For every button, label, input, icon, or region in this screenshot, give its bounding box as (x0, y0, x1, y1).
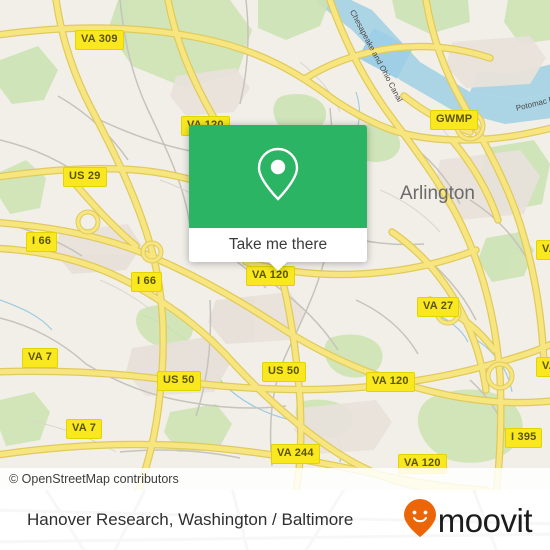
road-shield: VA 244 (271, 444, 320, 464)
take-me-there-label: Take me there (228, 236, 328, 253)
callout-icon-panel (189, 125, 367, 228)
moovit-pin-icon (403, 498, 437, 543)
moovit-logo[interactable]: moovit (403, 498, 533, 543)
road-shield: US 50 (262, 362, 306, 382)
road-shield: VA 2 (536, 240, 550, 260)
moovit-wordmark: moovit (437, 501, 533, 539)
road-shield: VA 27 (417, 297, 460, 317)
road-shield: VA 3 (536, 357, 550, 377)
road-shield: VA 309 (75, 30, 124, 50)
road-shield: US 29 (63, 167, 107, 187)
road-shield: VA 7 (66, 419, 103, 439)
road-shield: I 66 (131, 272, 163, 292)
road-shield: GWMP (430, 110, 479, 130)
road-shield: VA 120 (366, 372, 415, 392)
road-shield: I 66 (26, 232, 58, 252)
map-screenshot: Chesapeake and Ohio Canal Potomac River A… (0, 0, 550, 550)
road-shield: US 50 (157, 371, 201, 391)
page-title: Hanover Research, Washington / Baltimore (27, 510, 354, 529)
road-shield: VA 7 (22, 348, 59, 368)
location-callout-card[interactable]: Take me there (189, 125, 367, 271)
road-shield: I 395 (505, 428, 543, 448)
place-label: Arlington (400, 183, 475, 204)
callout-pointer (268, 261, 288, 271)
footer-bar: Hanover Research, Washington / Baltimore… (0, 490, 550, 550)
map-attribution[interactable]: © OpenStreetMap contributors (0, 468, 550, 490)
take-me-there-button[interactable]: Take me there (189, 228, 367, 271)
map-pin-icon (255, 145, 301, 208)
